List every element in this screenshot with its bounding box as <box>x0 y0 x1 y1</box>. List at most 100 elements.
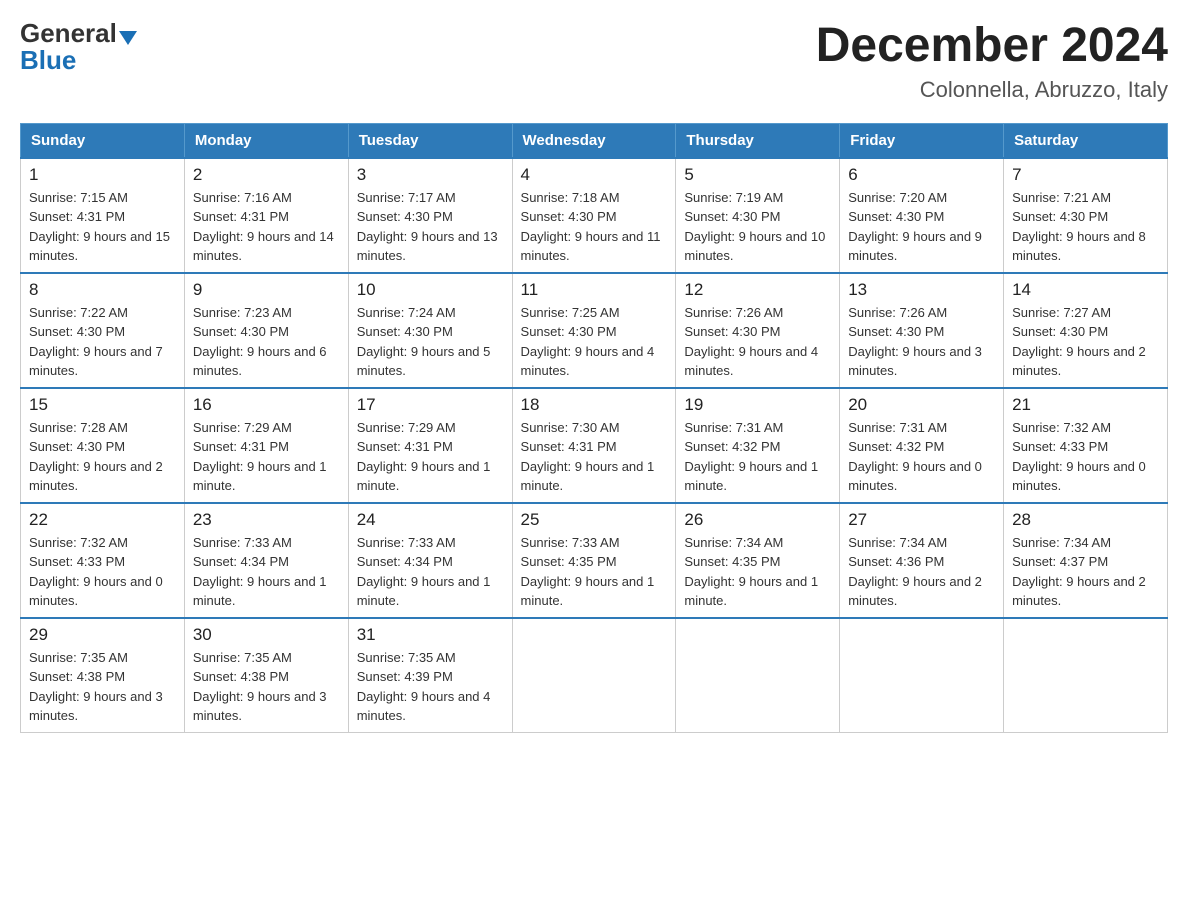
day-number: 20 <box>848 395 995 415</box>
calendar-cell: 13Sunrise: 7:26 AMSunset: 4:30 PMDayligh… <box>840 273 1004 388</box>
week-row-4: 22 Sunrise: 7:32 AMSunset: 4:33 PMDayligh… <box>21 503 1168 618</box>
weekday-header-monday: Monday <box>184 123 348 158</box>
logo-general-text: General <box>20 18 117 48</box>
calendar-cell: 24Sunrise: 7:33 AMSunset: 4:34 PMDayligh… <box>348 503 512 618</box>
day-number: 31 <box>357 625 504 645</box>
calendar-cell: 15 Sunrise: 7:28 AMSunset: 4:30 PMDayligh… <box>21 388 185 503</box>
weekday-header-row: SundayMondayTuesdayWednesdayThursdayFrid… <box>21 123 1168 158</box>
calendar-cell <box>1004 618 1168 733</box>
calendar-cell: 10 Sunrise: 7:24 AMSunset: 4:30 PMDayligh… <box>348 273 512 388</box>
day-number: 3 <box>357 165 504 185</box>
calendar-cell: 14 Sunrise: 7:27 AMSunset: 4:30 PMDayligh… <box>1004 273 1168 388</box>
calendar-cell: 1 Sunrise: 7:15 AMSunset: 4:31 PMDaylight… <box>21 158 185 273</box>
calendar-cell: 8 Sunrise: 7:22 AMSunset: 4:30 PMDaylight… <box>21 273 185 388</box>
day-info: Sunrise: 7:26 AMSunset: 4:30 PMDaylight:… <box>684 303 831 381</box>
calendar-cell: 12 Sunrise: 7:26 AMSunset: 4:30 PMDayligh… <box>676 273 840 388</box>
day-info: Sunrise: 7:23 AMSunset: 4:30 PMDaylight:… <box>193 303 340 381</box>
calendar-cell <box>676 618 840 733</box>
calendar-cell: 17 Sunrise: 7:29 AMSunset: 4:31 PMDayligh… <box>348 388 512 503</box>
day-number: 27 <box>848 510 995 530</box>
calendar-cell: 5 Sunrise: 7:19 AMSunset: 4:30 PMDaylight… <box>676 158 840 273</box>
day-number: 25 <box>521 510 668 530</box>
day-info: Sunrise: 7:34 AMSunset: 4:35 PMDaylight:… <box>684 533 831 611</box>
weekday-header-thursday: Thursday <box>676 123 840 158</box>
logo-blue-text: Blue <box>20 45 76 75</box>
day-info: Sunrise: 7:31 AMSunset: 4:32 PMDaylight:… <box>684 418 831 496</box>
day-number: 22 <box>29 510 176 530</box>
logo-triangle-icon <box>119 31 137 45</box>
day-number: 16 <box>193 395 340 415</box>
day-info: Sunrise: 7:17 AMSunset: 4:30 PMDaylight:… <box>357 188 504 266</box>
day-info: Sunrise: 7:28 AMSunset: 4:30 PMDaylight:… <box>29 418 176 496</box>
calendar-cell: 31Sunrise: 7:35 AMSunset: 4:39 PMDayligh… <box>348 618 512 733</box>
day-number: 8 <box>29 280 176 300</box>
day-info: Sunrise: 7:15 AMSunset: 4:31 PMDaylight:… <box>29 188 176 266</box>
day-info: Sunrise: 7:18 AMSunset: 4:30 PMDaylight:… <box>521 188 668 266</box>
day-number: 21 <box>1012 395 1159 415</box>
day-info: Sunrise: 7:21 AMSunset: 4:30 PMDaylight:… <box>1012 188 1159 266</box>
weekday-header-sunday: Sunday <box>21 123 185 158</box>
calendar-cell: 16 Sunrise: 7:29 AMSunset: 4:31 PMDayligh… <box>184 388 348 503</box>
day-number: 23 <box>193 510 340 530</box>
day-number: 19 <box>684 395 831 415</box>
logo-blue-row: Blue <box>20 47 76 74</box>
day-number: 28 <box>1012 510 1159 530</box>
day-number: 30 <box>193 625 340 645</box>
calendar-table: SundayMondayTuesdayWednesdayThursdayFrid… <box>20 123 1168 733</box>
calendar-cell: 28 Sunrise: 7:34 AMSunset: 4:37 PMDayligh… <box>1004 503 1168 618</box>
day-number: 5 <box>684 165 831 185</box>
day-number: 9 <box>193 280 340 300</box>
day-info: Sunrise: 7:19 AMSunset: 4:30 PMDaylight:… <box>684 188 831 266</box>
calendar-cell: 19 Sunrise: 7:31 AMSunset: 4:32 PMDayligh… <box>676 388 840 503</box>
day-info: Sunrise: 7:27 AMSunset: 4:30 PMDaylight:… <box>1012 303 1159 381</box>
day-info: Sunrise: 7:35 AMSunset: 4:38 PMDaylight:… <box>193 648 340 726</box>
day-info: Sunrise: 7:20 AMSunset: 4:30 PMDaylight:… <box>848 188 995 266</box>
day-info: Sunrise: 7:29 AMSunset: 4:31 PMDaylight:… <box>357 418 504 496</box>
day-number: 18 <box>521 395 668 415</box>
day-info: Sunrise: 7:24 AMSunset: 4:30 PMDaylight:… <box>357 303 504 381</box>
day-info: Sunrise: 7:22 AMSunset: 4:30 PMDaylight:… <box>29 303 176 381</box>
day-info: Sunrise: 7:34 AMSunset: 4:36 PMDaylight:… <box>848 533 995 611</box>
day-info: Sunrise: 7:32 AMSunset: 4:33 PMDaylight:… <box>1012 418 1159 496</box>
calendar-cell: 20Sunrise: 7:31 AMSunset: 4:32 PMDayligh… <box>840 388 1004 503</box>
calendar-cell <box>512 618 676 733</box>
day-info: Sunrise: 7:32 AMSunset: 4:33 PMDaylight:… <box>29 533 176 611</box>
calendar-cell: 23 Sunrise: 7:33 AMSunset: 4:34 PMDayligh… <box>184 503 348 618</box>
calendar-cell: 18 Sunrise: 7:30 AMSunset: 4:31 PMDayligh… <box>512 388 676 503</box>
calendar-cell: 11Sunrise: 7:25 AMSunset: 4:30 PMDayligh… <box>512 273 676 388</box>
logo: General Blue <box>20 20 137 74</box>
weekday-header-saturday: Saturday <box>1004 123 1168 158</box>
calendar-cell: 27 Sunrise: 7:34 AMSunset: 4:36 PMDayligh… <box>840 503 1004 618</box>
day-number: 7 <box>1012 165 1159 185</box>
day-number: 26 <box>684 510 831 530</box>
day-number: 1 <box>29 165 176 185</box>
day-number: 24 <box>357 510 504 530</box>
day-info: Sunrise: 7:26 AMSunset: 4:30 PMDaylight:… <box>848 303 995 381</box>
day-number: 4 <box>521 165 668 185</box>
calendar-cell: 2Sunrise: 7:16 AMSunset: 4:31 PMDaylight… <box>184 158 348 273</box>
day-number: 15 <box>29 395 176 415</box>
calendar-cell: 7 Sunrise: 7:21 AMSunset: 4:30 PMDaylight… <box>1004 158 1168 273</box>
day-info: Sunrise: 7:35 AMSunset: 4:38 PMDaylight:… <box>29 648 176 726</box>
calendar-cell: 21 Sunrise: 7:32 AMSunset: 4:33 PMDayligh… <box>1004 388 1168 503</box>
week-row-1: 1 Sunrise: 7:15 AMSunset: 4:31 PMDaylight… <box>21 158 1168 273</box>
calendar-cell: 3 Sunrise: 7:17 AMSunset: 4:30 PMDaylight… <box>348 158 512 273</box>
weekday-header-friday: Friday <box>840 123 1004 158</box>
calendar-cell: 9 Sunrise: 7:23 AMSunset: 4:30 PMDaylight… <box>184 273 348 388</box>
day-number: 11 <box>521 280 668 300</box>
day-number: 10 <box>357 280 504 300</box>
day-info: Sunrise: 7:29 AMSunset: 4:31 PMDaylight:… <box>193 418 340 496</box>
calendar-cell: 25Sunrise: 7:33 AMSunset: 4:35 PMDayligh… <box>512 503 676 618</box>
day-info: Sunrise: 7:34 AMSunset: 4:37 PMDaylight:… <box>1012 533 1159 611</box>
week-row-3: 15 Sunrise: 7:28 AMSunset: 4:30 PMDayligh… <box>21 388 1168 503</box>
day-info: Sunrise: 7:16 AMSunset: 4:31 PMDaylight:… <box>193 188 340 266</box>
day-number: 14 <box>1012 280 1159 300</box>
weekday-header-tuesday: Tuesday <box>348 123 512 158</box>
day-info: Sunrise: 7:30 AMSunset: 4:31 PMDaylight:… <box>521 418 668 496</box>
calendar-location: Colonnella, Abruzzo, Italy <box>816 77 1168 103</box>
calendar-cell <box>840 618 1004 733</box>
calendar-cell: 29Sunrise: 7:35 AMSunset: 4:38 PMDayligh… <box>21 618 185 733</box>
day-number: 12 <box>684 280 831 300</box>
day-info: Sunrise: 7:33 AMSunset: 4:34 PMDaylight:… <box>193 533 340 611</box>
day-number: 17 <box>357 395 504 415</box>
